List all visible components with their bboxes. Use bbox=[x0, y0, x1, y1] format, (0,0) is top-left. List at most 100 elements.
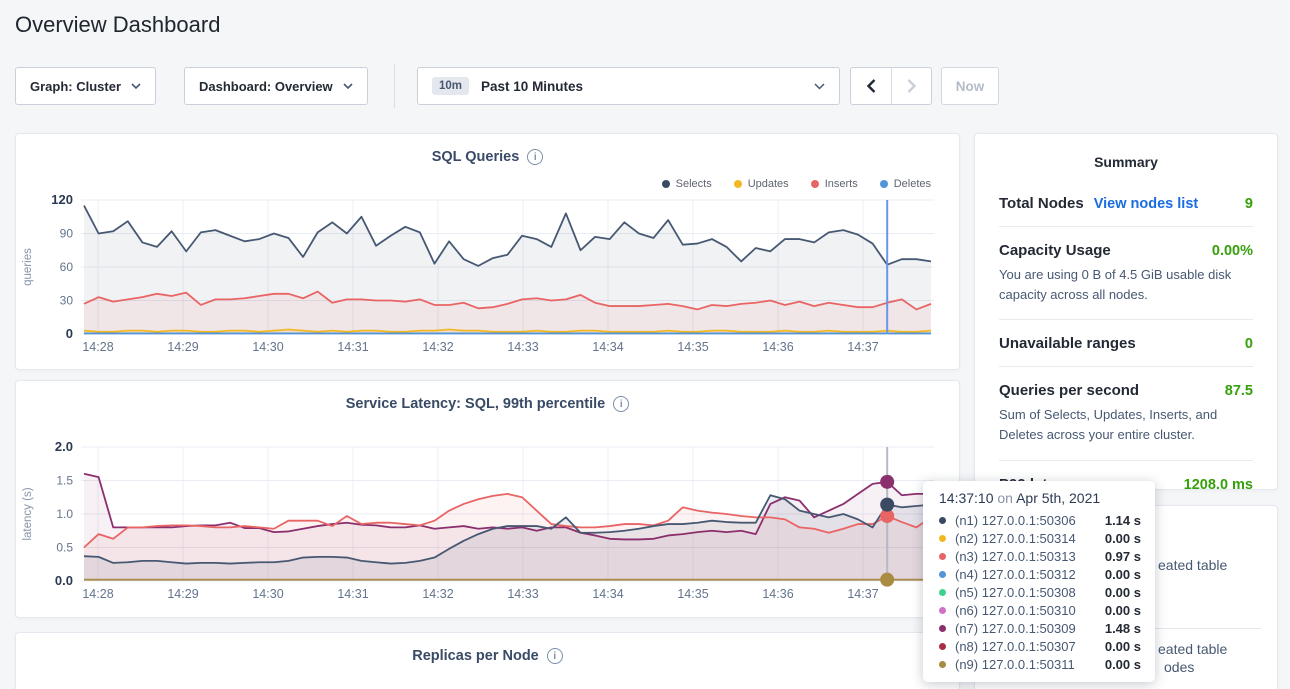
series-color-dot bbox=[939, 625, 946, 632]
series-color-dot bbox=[939, 643, 946, 650]
svg-text:14:33: 14:33 bbox=[507, 340, 538, 354]
svg-text:14:29: 14:29 bbox=[167, 587, 198, 601]
tooltip-node-value: 0.00 s bbox=[1105, 639, 1141, 654]
tooltip-node-label: (n5) 127.0.0.1:50308 bbox=[955, 585, 1076, 600]
svg-text:0.5: 0.5 bbox=[56, 541, 73, 555]
series-color-dot bbox=[939, 535, 946, 542]
svg-text:14:37: 14:37 bbox=[847, 587, 878, 601]
time-range-dropdown[interactable]: 10m Past 10 Minutes bbox=[417, 67, 840, 105]
replicas-per-node-chart-card: Replicas per Node i bbox=[15, 632, 960, 689]
service-latency-plot[interactable]: 14:2814:2914:3014:3114:3214:3314:3414:35… bbox=[16, 381, 961, 617]
svg-text:latency (s): latency (s) bbox=[22, 487, 34, 540]
tooltip-row: (n4) 127.0.0.1:50312 0.00 s bbox=[939, 565, 1141, 583]
svg-text:14:34: 14:34 bbox=[592, 587, 623, 601]
tooltip-node-value: 1.14 s bbox=[1105, 513, 1141, 528]
series-color-dot bbox=[939, 661, 946, 668]
svg-text:1.0: 1.0 bbox=[56, 507, 73, 521]
svg-text:60: 60 bbox=[60, 260, 74, 274]
summary-row-total-nodes: Total Nodes View nodes list 9 bbox=[999, 180, 1253, 227]
tooltip-row: (n9) 127.0.0.1:50311 0.00 s bbox=[939, 655, 1141, 673]
svg-text:14:36: 14:36 bbox=[762, 340, 793, 354]
chevron-down-icon bbox=[343, 83, 353, 89]
service-latency-chart-card: Service Latency: SQL, 99th percentile i … bbox=[15, 380, 960, 618]
time-range-label: Past 10 Minutes bbox=[481, 79, 583, 94]
capacity-usage-description: You are using 0 B of 4.5 GiB usable disk… bbox=[999, 265, 1253, 305]
tooltip-node-label: (n7) 127.0.0.1:50309 bbox=[955, 621, 1076, 636]
event-item-text[interactable]: eated table bbox=[1158, 641, 1227, 657]
tooltip-node-value: 0.97 s bbox=[1105, 549, 1141, 564]
tooltip-node-value: 0.00 s bbox=[1105, 567, 1141, 582]
tooltip-node-value: 1.48 s bbox=[1105, 621, 1141, 636]
summary-row-unavailable-ranges: Unavailable ranges 0 bbox=[999, 320, 1253, 367]
unavailable-ranges-label: Unavailable ranges bbox=[999, 335, 1136, 352]
tooltip-node-label: (n9) 127.0.0.1:50311 bbox=[955, 657, 1075, 672]
total-nodes-label: Total Nodes bbox=[999, 195, 1084, 212]
svg-text:14:36: 14:36 bbox=[762, 587, 793, 601]
svg-text:14:35: 14:35 bbox=[677, 340, 708, 354]
sql-queries-plot[interactable]: 14:2814:2914:3014:3114:3214:3314:3414:35… bbox=[16, 134, 961, 369]
svg-text:14:28: 14:28 bbox=[82, 587, 113, 601]
prev-time-button[interactable] bbox=[851, 68, 891, 104]
svg-text:120: 120 bbox=[51, 192, 73, 207]
next-time-button[interactable] bbox=[891, 68, 931, 104]
tooltip-node-label: (n1) 127.0.0.1:50306 bbox=[955, 513, 1076, 528]
tooltip-node-label: (n2) 127.0.0.1:50314 bbox=[955, 531, 1076, 546]
chevron-down-icon bbox=[131, 83, 141, 89]
svg-text:14:29: 14:29 bbox=[167, 340, 198, 354]
svg-text:14:28: 14:28 bbox=[82, 340, 113, 354]
tooltip-node-label: (n8) 127.0.0.1:50307 bbox=[955, 639, 1076, 654]
series-color-dot bbox=[939, 553, 946, 560]
tooltip-node-value: 0.00 s bbox=[1105, 585, 1141, 600]
time-step-buttons bbox=[850, 67, 932, 105]
graph-dropdown-label: Graph: Cluster bbox=[30, 79, 121, 94]
page-title: Overview Dashboard bbox=[15, 12, 220, 38]
svg-text:90: 90 bbox=[60, 227, 74, 241]
summary-row-qps: Queries per second 87.5 Sum of Selects, … bbox=[999, 367, 1253, 460]
tooltip-node-value: 0.00 s bbox=[1105, 657, 1141, 672]
svg-text:2.0: 2.0 bbox=[55, 439, 73, 454]
svg-text:30: 30 bbox=[60, 294, 74, 308]
series-color-dot bbox=[939, 571, 946, 578]
tooltip-timestamp: 14:37:10 on Apr 5th, 2021 bbox=[939, 490, 1141, 506]
toolbar-divider bbox=[394, 64, 395, 108]
summary-panel: Summary Total Nodes View nodes list 9 Ca… bbox=[974, 133, 1278, 490]
tooltip-node-value: 0.00 s bbox=[1105, 531, 1141, 546]
dashboard-dropdown-label: Dashboard: Overview bbox=[199, 79, 333, 94]
tooltip-row: (n1) 127.0.0.1:50306 1.14 s bbox=[939, 511, 1141, 529]
unavailable-ranges-value: 0 bbox=[1245, 336, 1253, 352]
tooltip-row: (n7) 127.0.0.1:50309 1.48 s bbox=[939, 619, 1141, 637]
svg-text:14:30: 14:30 bbox=[252, 340, 283, 354]
now-button[interactable]: Now bbox=[941, 67, 999, 105]
tooltip-row: (n6) 127.0.0.1:503100.00 s bbox=[939, 601, 1141, 619]
tooltip-node-value: 0.00 s bbox=[1105, 603, 1141, 618]
dashboard-dropdown[interactable]: Dashboard: Overview bbox=[184, 67, 368, 105]
svg-text:0.0: 0.0 bbox=[55, 573, 73, 588]
queries-per-second-value: 87.5 bbox=[1225, 383, 1253, 399]
capacity-usage-value: 0.00% bbox=[1212, 243, 1253, 259]
tooltip-node-label: (n4) 127.0.0.1:50312 bbox=[955, 567, 1076, 582]
event-item-text[interactable]: eated table bbox=[1158, 557, 1227, 573]
svg-text:1.5: 1.5 bbox=[56, 474, 73, 488]
graph-dropdown[interactable]: Graph: Cluster bbox=[15, 67, 156, 105]
series-color-dot bbox=[939, 589, 946, 596]
series-color-dot bbox=[939, 607, 946, 614]
svg-text:queries: queries bbox=[22, 248, 34, 286]
tooltip-row: (n5) 127.0.0.1:50308 0.00 s bbox=[939, 583, 1141, 601]
series-color-dot bbox=[939, 517, 946, 524]
tooltip-row: (n3) 127.0.0.1:50313 0.97 s bbox=[939, 547, 1141, 565]
tooltip-node-label: (n3) 127.0.0.1:50313 bbox=[955, 549, 1076, 564]
replicas-per-node-chart-title: Replicas per Node bbox=[412, 648, 539, 664]
summary-heading: Summary bbox=[975, 134, 1277, 180]
info-icon[interactable]: i bbox=[547, 648, 563, 664]
view-nodes-list-link[interactable]: View nodes list bbox=[1094, 196, 1199, 212]
tooltip-row: (n8) 127.0.0.1:50307 0.00 s bbox=[939, 637, 1141, 655]
svg-text:14:32: 14:32 bbox=[422, 587, 453, 601]
summary-row-capacity: Capacity Usage 0.00% You are using 0 B o… bbox=[999, 227, 1253, 320]
sql-queries-chart-card: SQL Queries i SelectsUpdatesInsertsDelet… bbox=[15, 133, 960, 370]
chevron-down-icon bbox=[814, 83, 825, 90]
total-nodes-value: 9 bbox=[1245, 196, 1253, 212]
tooltip-row: (n2) 127.0.0.1:50314 0.00 s bbox=[939, 529, 1141, 547]
event-item-text[interactable]: odes bbox=[1164, 659, 1194, 675]
queries-per-second-description: Sum of Selects, Updates, Inserts, and De… bbox=[999, 405, 1253, 445]
svg-text:14:31: 14:31 bbox=[337, 340, 368, 354]
